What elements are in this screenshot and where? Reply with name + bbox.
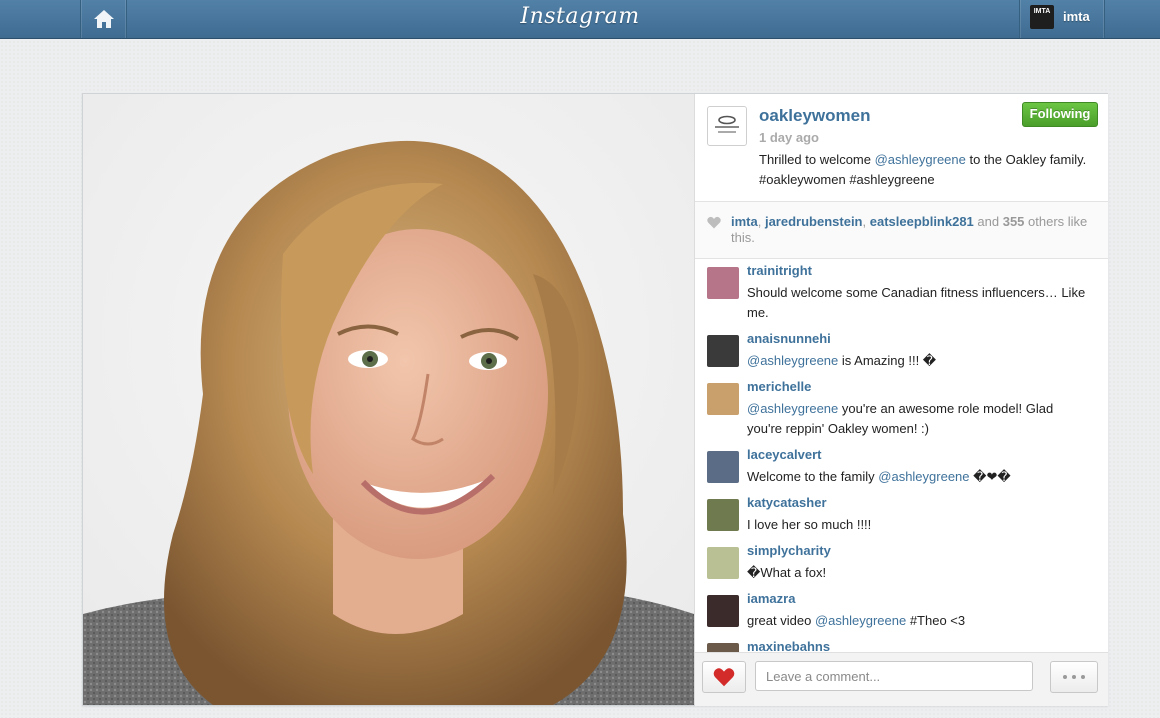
like-button[interactable] (702, 661, 746, 693)
comment-text: @ashleygreene is Amazing !!! � (747, 351, 1087, 371)
user-avatar: IMTA (1030, 5, 1054, 29)
comment-input[interactable] (755, 661, 1033, 691)
likes-and: and (973, 214, 1003, 229)
commenter-username[interactable]: trainitright (747, 263, 812, 278)
user-name: imta (1063, 9, 1090, 24)
comment-text-part: great video (747, 613, 815, 628)
more-dots-icon (1072, 675, 1076, 679)
commenter-avatar[interactable] (707, 383, 739, 415)
liker-link[interactable]: imta (731, 214, 758, 229)
comment-mention-link[interactable]: @ashleygreene (747, 401, 838, 416)
commenter-avatar[interactable] (707, 267, 739, 299)
commenter-avatar[interactable] (707, 499, 739, 531)
oakley-logo-icon (715, 115, 739, 133)
commenter-username[interactable]: maxinebahns (747, 639, 830, 652)
user-menu[interactable]: IMTA imta (1019, 0, 1105, 38)
portrait-illustration (83, 140, 694, 705)
more-dots-icon (1063, 675, 1067, 679)
comment-mention-link[interactable]: @ashleygreene (815, 613, 906, 628)
likes-sep: , (862, 214, 870, 229)
liker-link[interactable]: eatsleepblink281 (870, 214, 974, 229)
comment-text-part: Welcome to the family (747, 469, 879, 484)
post-caption: Thrilled to welcome @ashleygreene to the… (759, 150, 1089, 190)
commenter-avatar[interactable] (707, 643, 739, 652)
post-photo[interactable] (83, 94, 694, 705)
commenter-avatar[interactable] (707, 451, 739, 483)
post-details-panel: oakleywomen Following 1 day ago Thrilled… (694, 94, 1108, 706)
post-timestamp[interactable]: 1 day ago (759, 130, 819, 145)
likes-section: imta, jaredrubenstein, eatsleepblink281 … (695, 202, 1108, 258)
comment-mention-link[interactable]: @ashleygreene (878, 469, 969, 484)
commenter-avatar[interactable] (707, 547, 739, 579)
comment-text: �What a fox! (747, 563, 1087, 583)
user-avatar-text: IMTA (1033, 8, 1051, 15)
commenter-username[interactable]: iamazra (747, 591, 795, 606)
top-nav-bar: Instagram IMTA imta (0, 0, 1160, 39)
home-icon (93, 10, 114, 28)
instagram-logo: Instagram (520, 4, 640, 29)
likes-text: imta, jaredrubenstein, eatsleepblink281 … (731, 214, 1096, 246)
comment-text: Welcome to the family @ashleygreene �❤� (747, 467, 1087, 487)
comment-text: I love her so much !!!! (747, 515, 1087, 535)
commenter-username[interactable]: laceycalvert (747, 447, 821, 462)
comment-text-part: is Amazing !!! � (838, 353, 937, 368)
owner-avatar[interactable] (707, 106, 747, 146)
likes-count[interactable]: 355 (1003, 214, 1025, 229)
comment-text: great video @ashleygreene #Theo <3 (747, 611, 1087, 631)
caption-mention-link[interactable]: @ashleygreene (875, 152, 966, 167)
caption-text: Thrilled to welcome (759, 152, 875, 167)
comments-list[interactable]: trainitright Should welcome some Canadia… (695, 259, 1108, 652)
commenter-username[interactable]: katycatasher (747, 495, 827, 510)
owner-username[interactable]: oakleywomen (759, 106, 871, 126)
commenter-avatar[interactable] (707, 595, 739, 627)
comment-text-part: �❤� (969, 469, 1011, 484)
commenter-avatar[interactable] (707, 335, 739, 367)
comment-text-part: I love her so much !!!! (747, 517, 872, 532)
commenter-username[interactable]: anaisnunnehi (747, 331, 831, 346)
likes-sep: , (757, 214, 765, 229)
more-dots-icon (1081, 675, 1085, 679)
commenter-username[interactable]: merichelle (747, 379, 811, 394)
liker-link[interactable]: jaredrubenstein (765, 214, 863, 229)
commenter-username[interactable]: simplycharity (747, 543, 831, 558)
comment-text-part: �What a fox! (747, 565, 827, 580)
more-options-button[interactable] (1050, 661, 1098, 693)
comment-text-part: #Theo <3 (906, 613, 966, 628)
following-button[interactable]: Following (1022, 102, 1098, 127)
comment-text: @ashleygreene you're an awesome role mod… (747, 399, 1087, 439)
comment-footer (695, 652, 1108, 706)
heart-icon (707, 216, 721, 229)
comment-text-part: Should welcome some Canadian fitness inf… (747, 285, 1086, 320)
comment-text: Should welcome some Canadian fitness inf… (747, 283, 1087, 323)
post-card: oakleywomen Following 1 day ago Thrilled… (82, 93, 1108, 706)
heart-icon (713, 668, 735, 687)
comment-mention-link[interactable]: @ashleygreene (747, 353, 838, 368)
home-button[interactable] (80, 0, 127, 38)
